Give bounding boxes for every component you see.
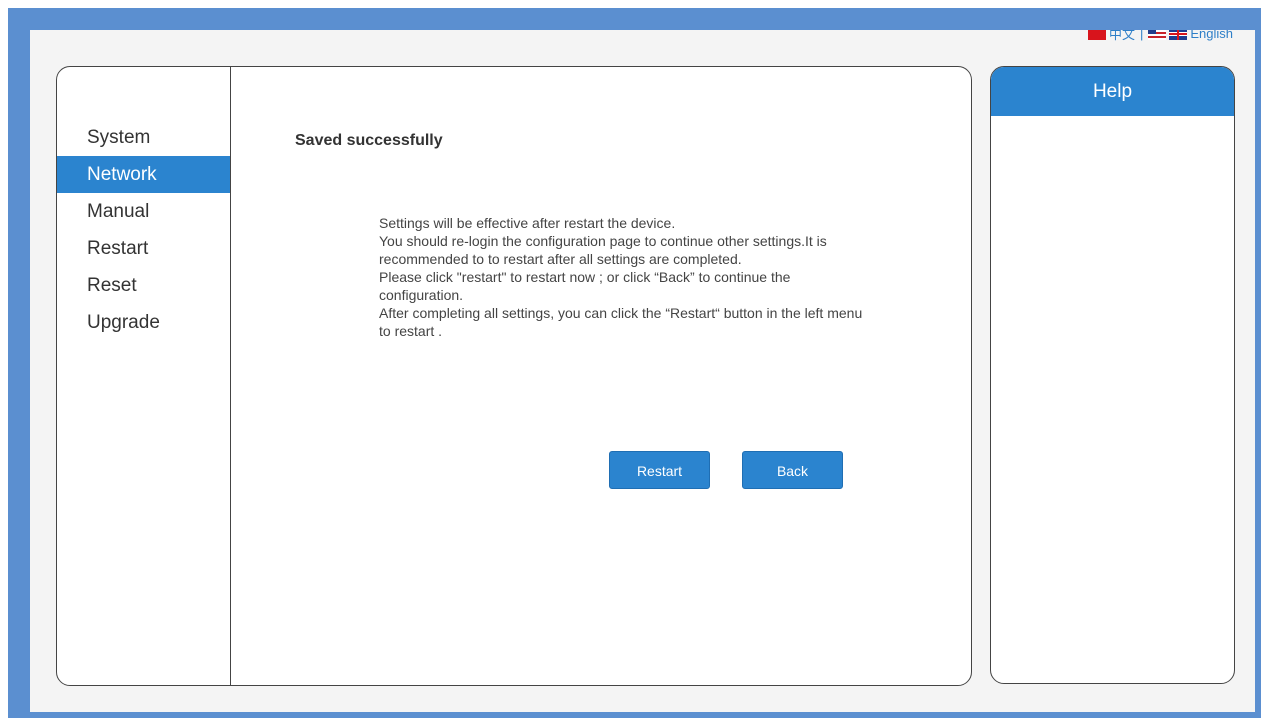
content-area: Saved successfully Settings will be effe… xyxy=(231,67,971,685)
help-title: Help xyxy=(991,67,1234,116)
language-chinese-link[interactable]: 中文 xyxy=(1109,30,1135,43)
uk-flag-icon[interactable] xyxy=(1169,30,1188,40)
message-line: Please click "restart" to restart now ; … xyxy=(379,269,791,303)
sidebar-item-manual[interactable]: Manual xyxy=(57,193,230,230)
main-panel: System Network Manual Restart Reset Upgr… xyxy=(56,66,972,686)
message-line: Settings will be effective after restart… xyxy=(379,215,676,231)
sidebar-item-restart[interactable]: Restart xyxy=(57,230,230,267)
page: 中文 | English System Network Manual Resta… xyxy=(30,30,1255,712)
sidebar-item-upgrade[interactable]: Upgrade xyxy=(57,304,230,341)
outer-frame: 中文 | English System Network Manual Resta… xyxy=(8,8,1261,718)
language-separator: | xyxy=(1139,30,1144,41)
language-english-link[interactable]: English xyxy=(1190,30,1233,41)
restart-message: Settings will be effective after restart… xyxy=(379,214,869,340)
china-flag-icon[interactable] xyxy=(1087,30,1106,40)
message-line: You should re-login the configuration pa… xyxy=(379,233,827,267)
page-title: Saved successfully xyxy=(295,132,443,149)
sidebar: System Network Manual Restart Reset Upgr… xyxy=(57,67,231,685)
message-line: After completing all settings, you can c… xyxy=(379,305,863,339)
us-flag-icon[interactable] xyxy=(1148,30,1167,40)
sidebar-item-network[interactable]: Network xyxy=(57,156,230,193)
restart-button[interactable]: Restart xyxy=(609,451,710,489)
sidebar-item-system[interactable]: System xyxy=(57,119,230,156)
back-button[interactable]: Back xyxy=(742,451,843,489)
sidebar-menu: System Network Manual Restart Reset Upgr… xyxy=(57,119,230,341)
help-panel: Help xyxy=(990,66,1235,684)
sidebar-item-reset[interactable]: Reset xyxy=(57,267,230,304)
language-bar: 中文 | English xyxy=(1087,30,1233,43)
